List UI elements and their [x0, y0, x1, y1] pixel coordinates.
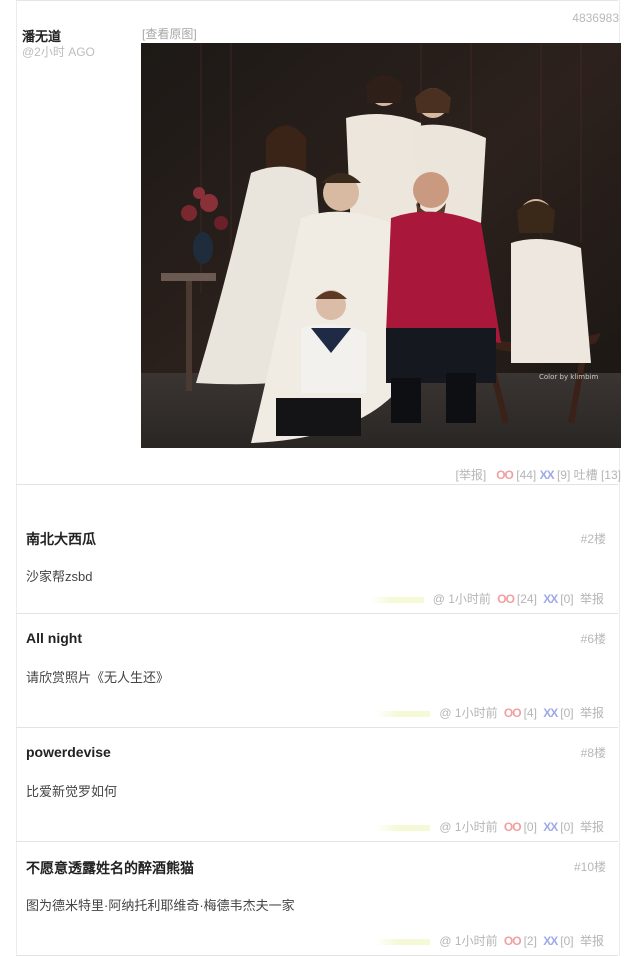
- comment-meta: @ 1小时前 OO [2] XX [0] 举报: [376, 932, 604, 949]
- comment-text: 比爱新觉罗如何: [26, 784, 118, 799]
- comment-meta: @ 1小时前 OO [0] XX [0] 举报: [376, 818, 604, 835]
- top-divider: [16, 0, 618, 1]
- comment-item: 南北大西瓜 #2楼 沙家帮zsbd @ 1小时前 OO [24] XX [0] 举报: [16, 499, 618, 614]
- oo-button[interactable]: OO: [504, 820, 522, 834]
- comment-floor[interactable]: #6楼: [581, 630, 606, 647]
- xx-count: [0]: [560, 706, 574, 720]
- xx-count: [0]: [560, 820, 574, 834]
- post-id[interactable]: 4836983: [572, 11, 619, 25]
- comment-floor[interactable]: #2楼: [581, 530, 606, 547]
- xx-count: [0]: [560, 934, 574, 948]
- report-link[interactable]: 举报: [580, 820, 604, 834]
- post-image[interactable]: Color by klimbim: [141, 43, 621, 448]
- comment-author: 南北大西瓜: [26, 531, 96, 547]
- oo-button[interactable]: OO: [497, 592, 515, 606]
- comment-text: 图为德米特里·阿纳托利耶维奇·梅德韦杰夫一家: [26, 898, 295, 913]
- comment-text: 请欣赏照片《无人生还》: [26, 670, 170, 685]
- oo-count: [44]: [516, 468, 537, 482]
- comment-time: @ 1小时前: [439, 820, 498, 834]
- highlight-bar: [376, 938, 431, 945]
- comment-author: powerdevise: [26, 744, 111, 760]
- post-actions: [举报] OO [44] XX [9] 吐槽 [13]: [456, 466, 621, 483]
- comment-time: @ 1小时前: [439, 706, 498, 720]
- comment-item: 不愿意透露姓名的醉酒熊猫 #10楼 图为德米特里·阿纳托利耶维奇·梅德韦杰夫一家…: [16, 841, 618, 956]
- oo-count: [4]: [523, 706, 537, 720]
- comment-author: 不愿意透露姓名的醉酒熊猫: [26, 860, 194, 876]
- highlight-bar: [376, 710, 431, 717]
- image-credit: Color by klimbim: [539, 373, 598, 381]
- tucao-link[interactable]: 吐槽 [13]: [574, 468, 621, 482]
- comment-floor[interactable]: #10楼: [574, 858, 606, 875]
- report-link[interactable]: [举报]: [456, 468, 487, 482]
- report-link[interactable]: 举报: [580, 706, 604, 720]
- xx-count: [0]: [560, 592, 574, 606]
- comment-meta: @ 1小时前 OO [24] XX [0] 举报: [369, 590, 604, 607]
- post-divider: [16, 484, 618, 485]
- xx-button[interactable]: XX: [540, 468, 555, 482]
- report-link[interactable]: 举报: [580, 934, 604, 948]
- comment-time: @ 1小时前: [432, 592, 491, 606]
- xx-count: [9]: [556, 468, 571, 482]
- oo-count: [0]: [523, 820, 537, 834]
- highlight-bar: [376, 824, 431, 831]
- xx-button[interactable]: XX: [543, 592, 558, 606]
- oo-count: [24]: [516, 592, 537, 606]
- comment-floor[interactable]: #8楼: [581, 744, 606, 761]
- oo-button[interactable]: OO: [496, 468, 514, 482]
- comment-meta: @ 1小时前 OO [4] XX [0] 举报: [376, 704, 604, 721]
- report-link[interactable]: 举报: [580, 592, 604, 606]
- post-time: @2小时 AGO: [22, 45, 95, 59]
- oo-button[interactable]: OO: [504, 934, 522, 948]
- view-original-link[interactable]: [查看原图]: [142, 25, 197, 42]
- comment-author: All night: [26, 630, 82, 646]
- xx-button[interactable]: XX: [543, 820, 558, 834]
- comment-time: @ 1小时前: [439, 934, 498, 948]
- xx-button[interactable]: XX: [543, 934, 558, 948]
- highlight-bar: [369, 596, 424, 603]
- family-portrait-photo: Color by klimbim: [141, 43, 621, 448]
- xx-button[interactable]: XX: [543, 706, 558, 720]
- oo-count: [2]: [523, 934, 537, 948]
- comment-item: powerdevise #8楼 比爱新觉罗如何 @ 1小时前 OO [0] XX[…: [16, 727, 618, 842]
- comment-text: 沙家帮zsbd: [26, 569, 93, 584]
- comment-item: All night #6楼 请欣赏照片《无人生还》 @ 1小时前 OO [4] X…: [16, 613, 618, 728]
- oo-button[interactable]: OO: [504, 706, 522, 720]
